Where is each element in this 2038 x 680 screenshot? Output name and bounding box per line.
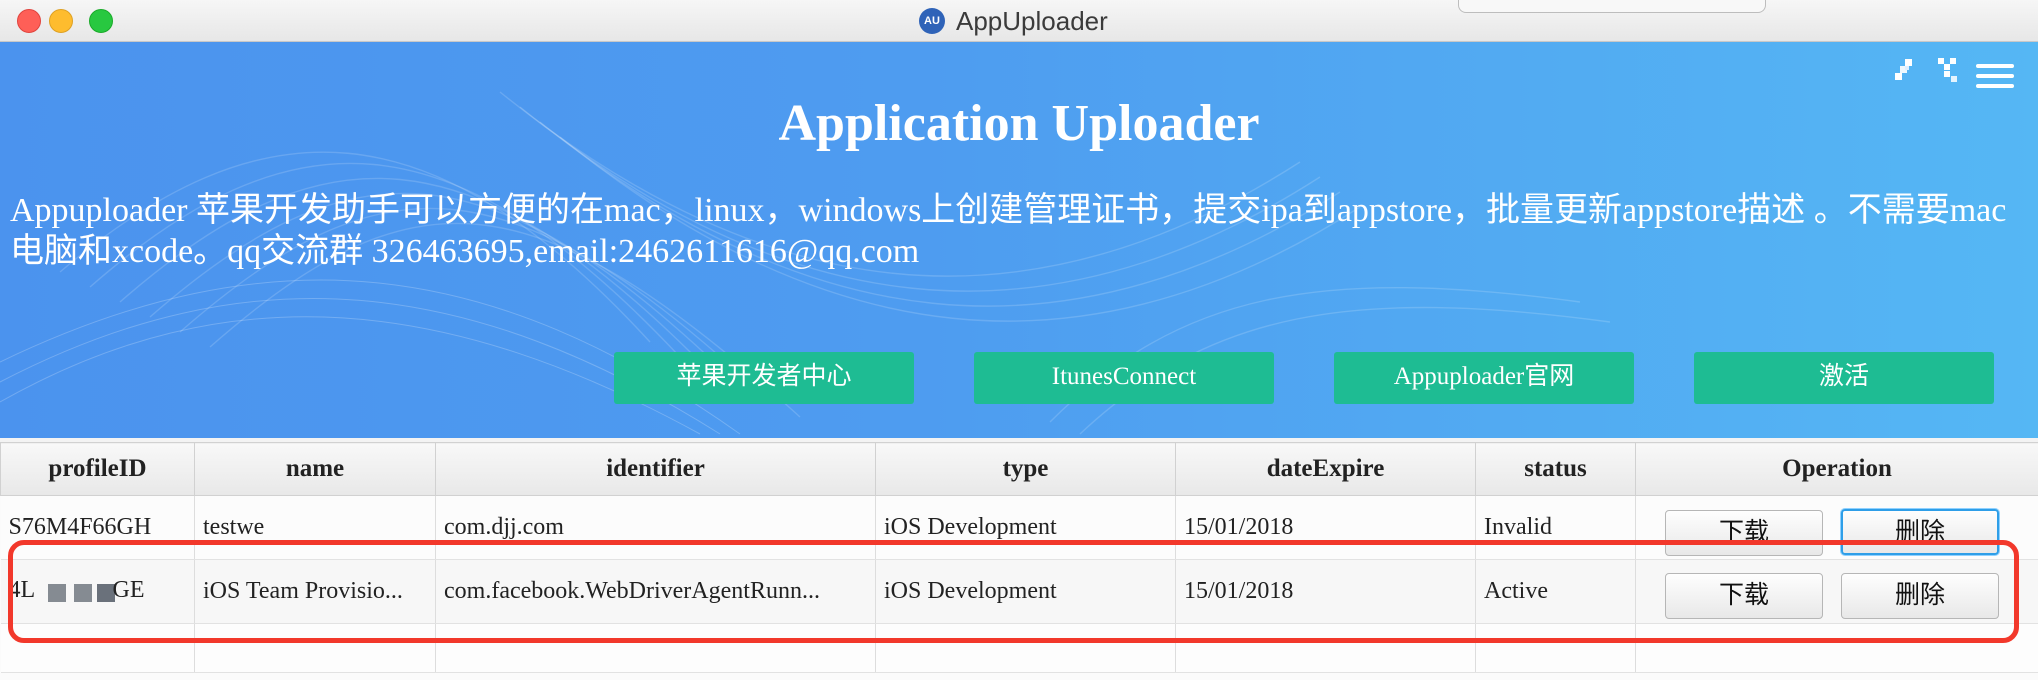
pixel-app-icon[interactable]	[1890, 56, 1922, 86]
redaction-mark	[73, 583, 92, 602]
menu-icon[interactable]	[1976, 62, 2014, 90]
appuploader-website-button[interactable]: Appuploader官网	[1334, 352, 1634, 404]
hero-banner: Application Uploader Appuploader 苹果开发助手可…	[0, 42, 2038, 438]
column-header-operation[interactable]: Operation	[1635, 442, 2038, 496]
window-title: AppUploader	[956, 6, 1108, 36]
profile-id-cell-masked: 4L GE	[0, 559, 195, 624]
app-window: AU AppUploader Application Uploader Appu…	[0, 0, 2038, 680]
empty-table-row	[0, 623, 2038, 673]
type-cell: iOS Development	[875, 559, 1176, 624]
column-header-status[interactable]: status	[1475, 442, 1636, 496]
pixel-tool-icon[interactable]	[1931, 56, 1963, 86]
date-expire-cell: 15/01/2018	[1175, 559, 1476, 624]
table-row[interactable]: 4L GE iOS Team Provisio... com.facebook.…	[0, 559, 2038, 624]
apple-developer-center-button[interactable]: 苹果开发者中心	[614, 352, 914, 404]
table-row[interactable]: S76M4F66GH testwe com.djj.com iOS Develo…	[0, 495, 2038, 560]
menu-icon-line	[1976, 64, 2014, 68]
name-cell: iOS Team Provisio...	[194, 559, 436, 624]
title-bar: AU AppUploader	[0, 0, 2038, 42]
table-header-row: profileID name identifier type dateExpir…	[0, 442, 2038, 496]
profile-id-suffix: GE	[112, 576, 145, 603]
type-cell: iOS Development	[875, 495, 1176, 560]
minimize-window-button[interactable]	[49, 9, 73, 33]
date-expire-cell: 15/01/2018	[1175, 495, 1476, 560]
identifier-cell: com.djj.com	[435, 495, 876, 560]
masked-profile-id: 4L GE	[9, 577, 149, 607]
identifier-cell: com.facebook.WebDriverAgentRunn...	[435, 559, 876, 624]
empty-cell	[1175, 623, 1476, 673]
profiles-table-grid: profileID name identifier type dateExpir…	[0, 442, 2038, 673]
name-cell: testwe	[194, 495, 436, 560]
hero-title: Application Uploader	[778, 95, 1260, 152]
operation-cell: 下载 删除	[1635, 559, 2038, 624]
download-button[interactable]: 下载	[1665, 509, 1823, 556]
column-header-name[interactable]: name	[194, 442, 436, 496]
empty-cell	[1475, 623, 1636, 673]
activate-button[interactable]: 激活	[1694, 352, 1994, 404]
column-header-identifier[interactable]: identifier	[435, 442, 876, 496]
column-header-profileid[interactable]: profileID	[0, 442, 195, 496]
profile-id-cell: S76M4F66GH	[0, 495, 195, 560]
column-header-date-expire[interactable]: dateExpire	[1175, 442, 1476, 496]
operation-cell: 下载 删除	[1635, 495, 2038, 560]
floating-input-strip[interactable]	[1458, 0, 1766, 13]
app-icon: AU	[919, 8, 945, 34]
column-header-type[interactable]: type	[875, 442, 1176, 496]
delete-button[interactable]: 删除	[1841, 508, 1999, 555]
empty-cell	[435, 623, 876, 673]
download-button[interactable]: 下载	[1665, 573, 1823, 619]
empty-cell	[0, 623, 195, 673]
empty-cell	[875, 623, 1176, 673]
profiles-table: profileID name identifier type dateExpir…	[0, 442, 2038, 680]
status-cell: Invalid	[1475, 495, 1636, 560]
close-window-button[interactable]	[17, 9, 41, 33]
itunesconnect-button[interactable]: ItunesConnect	[974, 352, 1274, 404]
zoom-window-button[interactable]	[89, 9, 113, 33]
menu-icon-line	[1976, 74, 2014, 78]
profile-id-prefix: 4L	[8, 576, 36, 603]
hero-description: Appuploader 苹果开发助手可以方便的在mac，linux，window…	[10, 192, 2007, 270]
empty-cell	[194, 623, 436, 673]
redaction-mark	[47, 583, 66, 602]
delete-button[interactable]: 删除	[1841, 573, 1999, 619]
empty-cell	[1635, 623, 2038, 673]
menu-icon-line	[1976, 84, 2014, 88]
status-cell: Active	[1475, 559, 1636, 624]
